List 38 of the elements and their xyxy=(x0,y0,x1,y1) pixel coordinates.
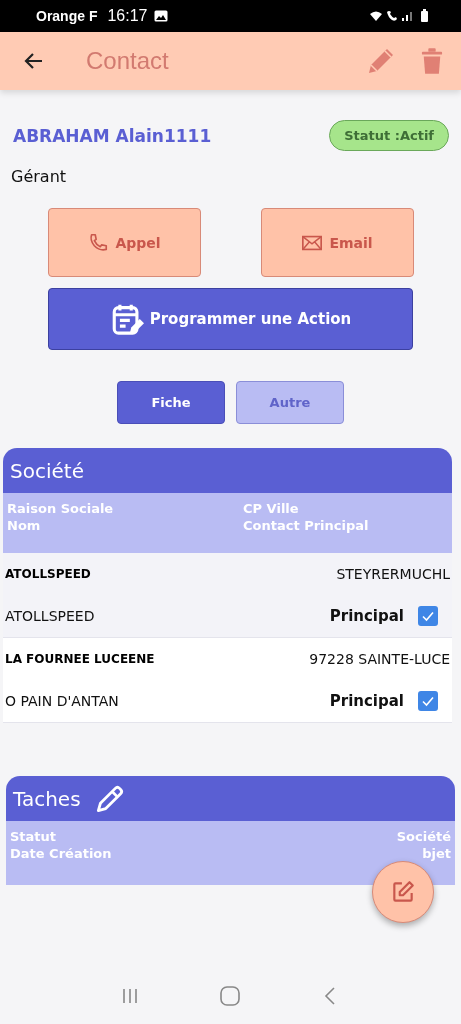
checkbox[interactable] xyxy=(418,606,438,626)
table-cell: Principal xyxy=(329,607,404,625)
gallery-icon xyxy=(153,10,168,22)
column-header: Date Création xyxy=(10,846,113,861)
table-cell: ATOLLSPEED xyxy=(5,608,95,624)
tab[interactable]: Fiche xyxy=(117,381,225,424)
table-cell: O PAIN D'ANTAN xyxy=(5,693,119,709)
table-cell: LA FOURNEE LUCEENE xyxy=(5,652,155,666)
column-header: CP Ville xyxy=(243,501,300,516)
call-button[interactable]: Appel xyxy=(47,208,201,277)
status-badge: Statut :Actif xyxy=(329,120,449,151)
column-header: Nom xyxy=(7,518,42,533)
column-header: Contact Principal xyxy=(243,518,370,533)
trash-icon[interactable] xyxy=(421,47,443,75)
home-icon[interactable] xyxy=(219,985,242,1007)
contact-role: Gérant xyxy=(10,166,68,186)
table-cell: STEYRERMUCHL xyxy=(336,566,450,582)
card-title: Taches xyxy=(13,786,81,811)
column-header: Raison Sociale xyxy=(7,501,115,516)
carrier-name: Orange F xyxy=(36,8,98,24)
schedule-action-button[interactable]: Programmer une Action xyxy=(48,288,413,350)
column-header: bjet xyxy=(422,846,451,861)
card-title: Société xyxy=(3,448,452,493)
table-cell: Principal xyxy=(329,692,404,710)
clock-time: 16:17 xyxy=(107,7,148,25)
screen-title: Contact xyxy=(86,47,169,75)
contact-name: ABRAHAM Alain1111 xyxy=(13,125,212,146)
column-header: Société xyxy=(396,829,451,844)
table-cell: ATOLLSPEED xyxy=(5,567,91,581)
edit-icon xyxy=(390,879,416,905)
tab[interactable]: Autre xyxy=(236,381,344,424)
checkbox[interactable] xyxy=(418,691,438,711)
table-row[interactable]: LA FOURNEE LUCEENE 97228 SAINTE-LUCE O PAIN D'ANTAN Principal xyxy=(3,638,452,723)
phone-icon xyxy=(87,231,110,254)
email-button[interactable]: Email xyxy=(260,208,414,277)
column-header: Statut xyxy=(10,829,58,844)
signal-icons-drawing xyxy=(369,9,431,23)
table-cell: 97228 SAINTE-LUCE xyxy=(309,651,450,667)
